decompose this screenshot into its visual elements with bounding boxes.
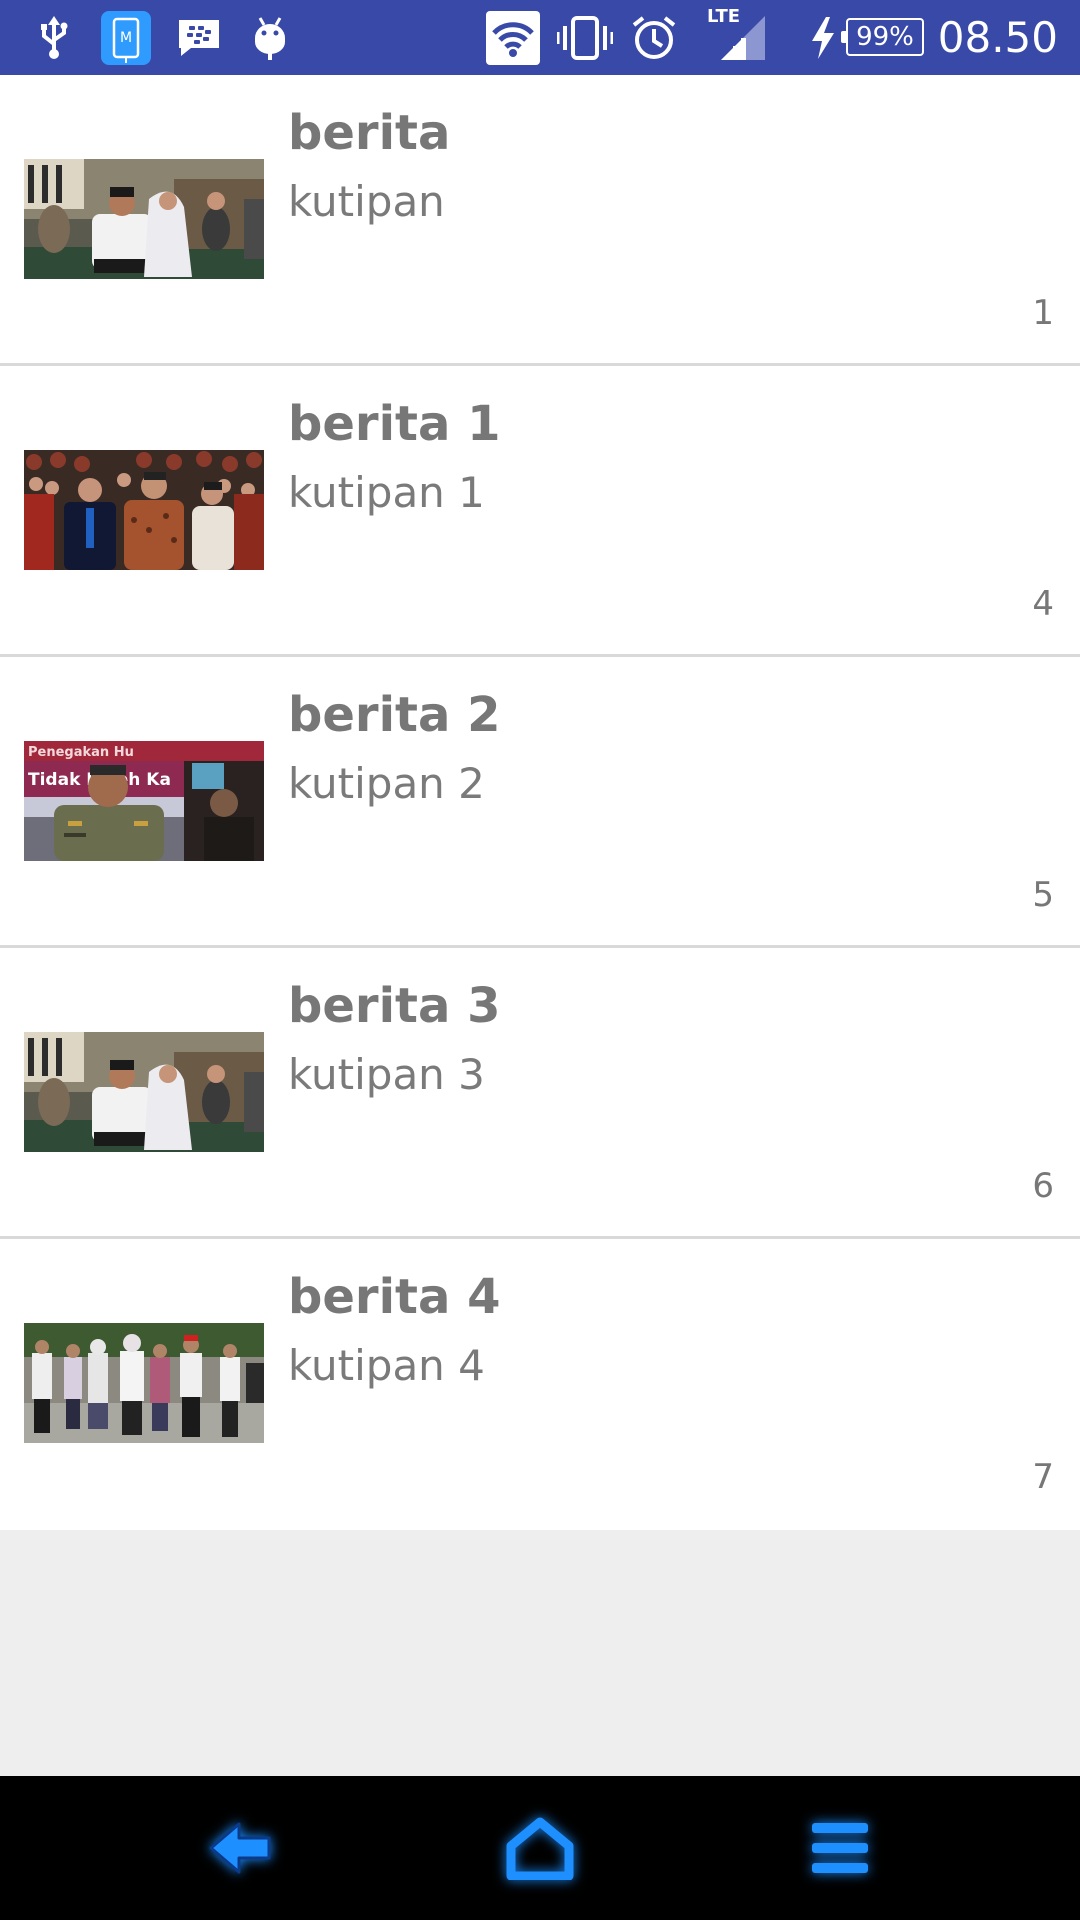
list-item[interactable]: Penegakan Hu Tidak Boleh Ka berita 2 kut…	[0, 657, 1080, 948]
menu-icon	[812, 1823, 868, 1873]
list-item[interactable]: berita kutipan 1	[0, 75, 1080, 366]
news-quote: kutipan 1	[288, 468, 485, 517]
clock: 08.50	[937, 13, 1058, 62]
svg-text:M: M	[120, 30, 132, 46]
back-icon	[209, 1822, 271, 1874]
thumbnail-banner-text-1: Penegakan Hu	[28, 745, 134, 760]
android-debug-icon	[250, 0, 290, 75]
news-thumbnail	[24, 450, 264, 570]
usb-icon	[34, 0, 74, 75]
news-thumbnail: Penegakan Hu Tidak Boleh Ka	[24, 741, 264, 861]
news-count: 1	[1032, 293, 1054, 333]
vibrate-icon	[556, 0, 614, 75]
news-thumbnail	[24, 1323, 264, 1443]
news-count: 5	[1032, 875, 1054, 915]
battery-level: 99%	[841, 18, 924, 56]
news-thumbnail	[24, 1032, 264, 1152]
news-list: berita kutipan 1 berita 1 kutipan 1 4 Pe…	[0, 75, 1080, 1530]
list-item[interactable]: berita 3 kutipan 3 6	[0, 948, 1080, 1239]
back-button[interactable]	[160, 1776, 320, 1920]
news-quote: kutipan 3	[288, 1050, 485, 1099]
news-title: berita 1	[288, 396, 501, 452]
m-app-icon: M	[100, 0, 152, 75]
news-count: 7	[1032, 1457, 1054, 1497]
home-icon	[506, 1817, 574, 1880]
news-title: berita 4	[288, 1269, 501, 1325]
home-button[interactable]	[460, 1776, 620, 1920]
charging-icon	[808, 0, 838, 75]
status-bar: M LTE 99% 08.50	[0, 0, 1080, 75]
menu-button[interactable]	[760, 1776, 920, 1920]
news-title: berita 3	[288, 978, 501, 1034]
alarm-icon	[630, 0, 678, 75]
news-quote: kutipan 2	[288, 759, 485, 808]
navigation-bar	[0, 1776, 1080, 1920]
list-item[interactable]: berita 4 kutipan 4 7	[0, 1239, 1080, 1530]
news-count: 4	[1032, 584, 1054, 624]
news-quote: kutipan	[288, 177, 445, 226]
news-quote: kutipan 4	[288, 1341, 485, 1390]
wifi-icon	[485, 0, 541, 75]
news-count: 6	[1032, 1166, 1054, 1206]
news-title: berita 2	[288, 687, 501, 743]
bbm-icon	[176, 0, 222, 75]
news-title: berita	[288, 105, 451, 161]
signal-icon	[718, 0, 768, 75]
list-item[interactable]: berita 1 kutipan 1 4	[0, 366, 1080, 657]
news-thumbnail	[24, 159, 264, 279]
